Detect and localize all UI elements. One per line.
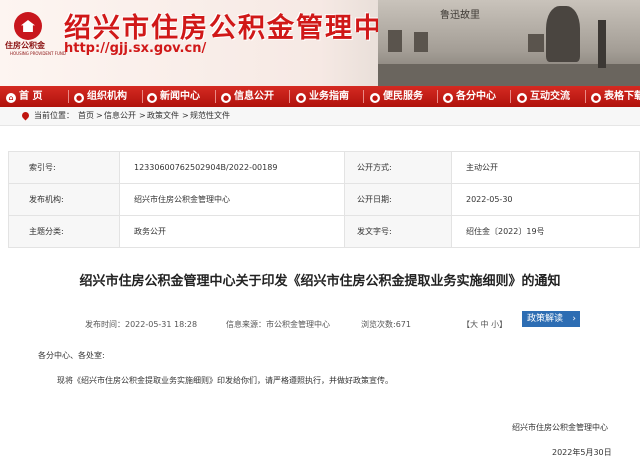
index-label: 索引号:	[8, 151, 120, 184]
font-size-switcher[interactable]: 【大 中 小】	[462, 319, 507, 330]
date-label: 公开日期:	[344, 183, 452, 216]
breadcrumb-home[interactable]: 首页	[78, 107, 94, 125]
category-value: 政务公开	[119, 215, 345, 248]
service-icon: ●	[370, 93, 380, 103]
breadcrumb-policy[interactable]: 政策文件	[147, 107, 179, 125]
site-title: 绍兴市住房公积金管理中心	[64, 13, 412, 44]
download-icon: ●	[591, 93, 601, 103]
org-label: 发布机构:	[8, 183, 120, 216]
nav-home-label: 首 页	[19, 91, 43, 102]
document-meta-table: 索引号: 12330600762502904B/2022-00189 公开方式:…	[8, 151, 640, 248]
org-icon: ●	[74, 93, 84, 103]
nav-info-public[interactable]: ● 信息公开	[221, 86, 274, 107]
main-nav: ⌂ 首 页 ● 组织机构 ● 新闻中心 ● 信息公开 ● 业务指南 ● 便民服务 ● 各分中心…	[0, 86, 640, 107]
policy-interpretation-button[interactable]: 政策解读 ›	[522, 311, 580, 327]
location-pin-icon	[20, 110, 31, 121]
info-icon: ●	[221, 93, 231, 103]
nav-service-label: 便民服务	[383, 91, 423, 102]
publish-time: 发布时间：2022-05-31 18:28	[85, 320, 198, 329]
article-title: 绍兴市住房公积金管理中心关于印发《绍兴市住房公积金提取业务实施细则》的通知	[79, 274, 561, 289]
nav-news[interactable]: ● 新闻中心	[147, 86, 200, 107]
guide-icon: ●	[296, 93, 306, 103]
view-count: 浏览次数:671	[361, 320, 411, 329]
site-header: 住房公积金 HOUSING PROVIDENT FUND 绍兴市住房公积金管理中…	[0, 0, 640, 86]
nav-interaction-label: 互动交流	[530, 91, 570, 102]
breadcrumb-sep: >	[96, 111, 103, 120]
org-value: 绍兴市住房公积金管理中心	[119, 183, 345, 216]
photo-sign-text: 鲁迅故里	[440, 10, 480, 21]
nav-home[interactable]: ⌂ 首 页	[6, 86, 42, 107]
body-paragraph: 现将《绍兴市住房公积金提取业务实施细则》印发给你们，请严格遵照执行，并做好政策宣…	[57, 376, 393, 385]
nav-service[interactable]: ● 便民服务	[370, 86, 423, 107]
nav-download[interactable]: ● 表格下载	[591, 86, 640, 107]
nav-organization[interactable]: ● 组织机构	[74, 86, 127, 107]
policy-interpretation-label: 政策解读	[527, 314, 564, 324]
nav-info-public-label: 信息公开	[234, 91, 274, 102]
breadcrumb-prefix: 当前位置：	[34, 111, 74, 120]
docno-label: 发文字号:	[344, 215, 452, 248]
nav-news-label: 新闻中心	[160, 91, 200, 102]
nav-download-label: 表格下载	[604, 91, 640, 102]
breadcrumb: 当前位置： 首页 > 信息公开 > 政策文件 > 规范性文件	[0, 107, 640, 126]
docno-value: 绍住金〔2022〕19号	[451, 215, 640, 248]
header-photo: 鲁迅故里	[378, 0, 640, 86]
chevron-right-icon: ›	[572, 314, 576, 324]
logo-text: 住房公积金	[5, 41, 45, 50]
nav-branches[interactable]: ● 各分中心	[443, 86, 496, 107]
nav-guide[interactable]: ● 业务指南	[296, 86, 349, 107]
nav-interaction[interactable]: ● 互动交流	[517, 86, 570, 107]
branch-icon: ●	[443, 93, 453, 103]
salutation: 各分中心、各处室:	[38, 351, 105, 360]
signature-date: 2022年5月30日	[552, 448, 612, 457]
method-label: 公开方式:	[344, 151, 452, 184]
index-value: 12330600762502904B/2022-00189	[119, 151, 345, 184]
site-url: http://gjj.sx.gov.cn/	[64, 41, 207, 56]
category-label: 主题分类:	[8, 215, 120, 248]
nav-branches-label: 各分中心	[456, 91, 496, 102]
nav-organization-label: 组织机构	[87, 91, 127, 102]
logo-english-text: HOUSING PROVIDENT FUND	[10, 51, 66, 56]
news-icon: ●	[147, 93, 157, 103]
method-value: 主动公开	[451, 151, 640, 184]
home-icon: ⌂	[6, 93, 16, 103]
breadcrumb-info-public[interactable]: 信息公开	[104, 107, 136, 125]
signature-org: 绍兴市住房公积金管理中心	[512, 423, 608, 432]
chat-icon: ●	[517, 93, 527, 103]
breadcrumb-sep: >	[182, 111, 189, 120]
housing-fund-logo-icon[interactable]	[14, 12, 42, 40]
info-source: 信息来源：市公积金管理中心	[226, 320, 330, 329]
nav-guide-label: 业务指南	[309, 91, 349, 102]
breadcrumb-sep: >	[139, 111, 146, 120]
breadcrumb-normative[interactable]: 规范性文件	[190, 107, 230, 125]
date-value: 2022-05-30	[451, 183, 640, 216]
